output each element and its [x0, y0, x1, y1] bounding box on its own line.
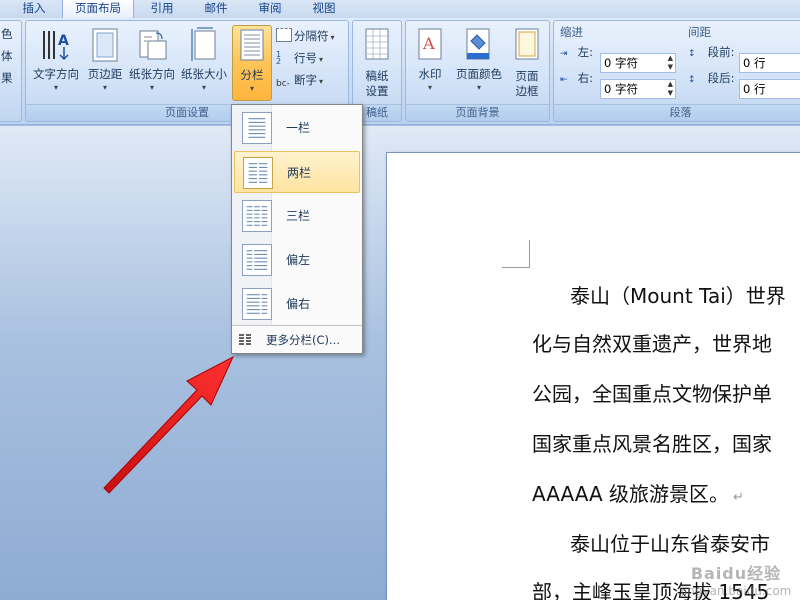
baidu-watermark: Baidu经验 jingyan.baidu.com: [680, 564, 792, 598]
red-arrow-annotation-icon: [103, 355, 235, 494]
